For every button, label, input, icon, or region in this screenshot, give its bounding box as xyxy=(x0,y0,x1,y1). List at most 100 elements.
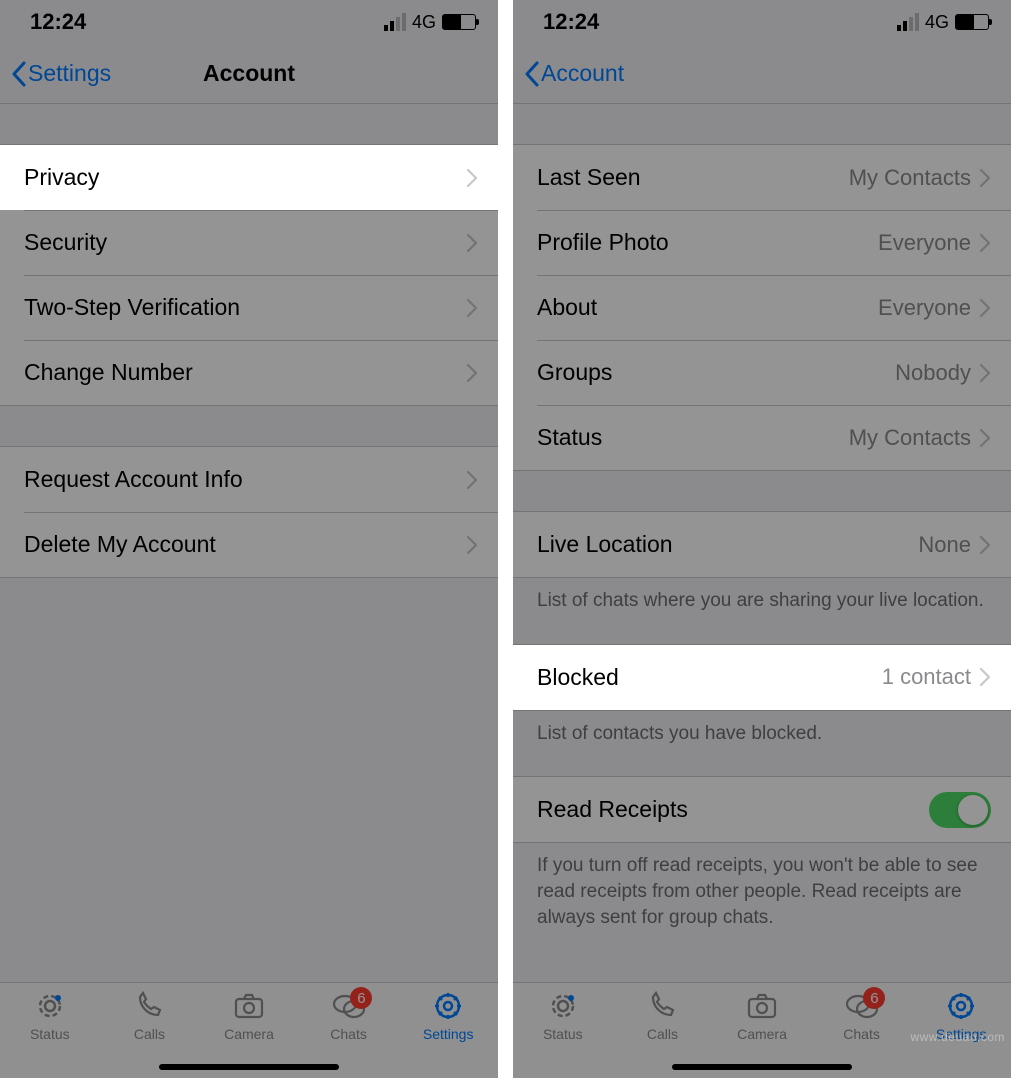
chevron-right-icon xyxy=(979,535,991,555)
battery-icon xyxy=(442,14,476,30)
signal-icon xyxy=(384,13,406,31)
row-label: Read Receipts xyxy=(537,796,929,823)
row-value: Everyone xyxy=(878,230,971,256)
tab-label: Status xyxy=(30,1026,70,1042)
row-label: Groups xyxy=(537,359,895,386)
chevron-right-icon xyxy=(466,298,478,318)
battery-icon xyxy=(955,14,989,30)
status-icon xyxy=(32,989,68,1023)
row-value: Nobody xyxy=(895,360,971,386)
calls-icon xyxy=(131,989,167,1023)
account-section-2: Request Account Info Delete My Account xyxy=(0,446,498,578)
footer-blocked: List of contacts you have blocked. xyxy=(513,711,1011,747)
row-label: About xyxy=(537,294,878,321)
chevron-right-icon xyxy=(979,667,991,687)
back-label: Account xyxy=(541,60,624,87)
status-bar: 12:24 4G xyxy=(513,0,1011,44)
footer-read-receipts: If you turn off read receipts, you won't… xyxy=(513,843,1011,930)
row-privacy[interactable]: Privacy xyxy=(0,145,498,210)
row-blocked[interactable]: Blocked 1 contact xyxy=(513,645,1011,710)
chevron-right-icon xyxy=(979,428,991,448)
row-delete-account[interactable]: Delete My Account xyxy=(0,512,498,577)
nav-header: Account xyxy=(513,44,1011,104)
row-security[interactable]: Security xyxy=(0,210,498,275)
privacy-section-location: Live Location None xyxy=(513,511,1011,578)
calls-icon xyxy=(644,989,680,1023)
tab-label: Chats xyxy=(330,1026,367,1042)
account-section-1: Privacy Security Two-Step Verification C… xyxy=(0,144,498,406)
chevron-right-icon xyxy=(979,233,991,253)
camera-icon xyxy=(744,989,780,1023)
back-button[interactable]: Account xyxy=(523,60,624,88)
row-read-receipts: Read Receipts xyxy=(513,777,1011,842)
row-label: Status xyxy=(537,424,849,451)
back-label: Settings xyxy=(28,60,111,87)
row-value: Everyone xyxy=(878,295,971,321)
tab-status[interactable]: Status xyxy=(513,989,613,1078)
chevron-right-icon xyxy=(466,535,478,555)
tab-settings[interactable]: Settings xyxy=(398,989,498,1078)
tab-label: Chats xyxy=(843,1026,880,1042)
row-label: Request Account Info xyxy=(24,466,466,493)
page-title: Account xyxy=(203,60,295,87)
status-time: 12:24 xyxy=(30,9,86,35)
row-last-seen[interactable]: Last Seen My Contacts xyxy=(513,145,1011,210)
settings-icon xyxy=(943,989,979,1023)
tab-label: Calls xyxy=(647,1026,678,1042)
row-about[interactable]: About Everyone xyxy=(513,275,1011,340)
row-two-step[interactable]: Two-Step Verification xyxy=(0,275,498,340)
chevron-right-icon xyxy=(979,168,991,188)
chevron-right-icon xyxy=(466,470,478,490)
row-profile-photo[interactable]: Profile Photo Everyone xyxy=(513,210,1011,275)
row-value: My Contacts xyxy=(849,425,971,451)
privacy-section-blocked: Blocked 1 contact xyxy=(513,644,1011,711)
row-request-info[interactable]: Request Account Info xyxy=(0,447,498,512)
row-label: Privacy xyxy=(24,164,466,191)
watermark: www.deuao.com xyxy=(910,1030,1005,1044)
status-icon xyxy=(545,989,581,1023)
phone-account: 12:24 4G Settings Account Privacy Securi… xyxy=(0,0,498,1078)
signal-icon xyxy=(897,13,919,31)
row-live-location[interactable]: Live Location None xyxy=(513,512,1011,577)
chats-badge: 6 xyxy=(350,987,372,1009)
back-button[interactable]: Settings xyxy=(10,60,111,88)
row-groups[interactable]: Groups Nobody xyxy=(513,340,1011,405)
row-label: Profile Photo xyxy=(537,229,878,256)
home-indicator[interactable] xyxy=(159,1064,339,1070)
tab-status[interactable]: Status xyxy=(0,989,100,1078)
privacy-section-visibility: Last Seen My Contacts Profile Photo Ever… xyxy=(513,144,1011,471)
tab-label: Settings xyxy=(423,1026,474,1042)
camera-icon xyxy=(231,989,267,1023)
row-label: Change Number xyxy=(24,359,466,386)
row-label: Two-Step Verification xyxy=(24,294,466,321)
row-value: None xyxy=(918,532,971,558)
network-label: 4G xyxy=(925,12,949,33)
footer-live-location: List of chats where you are sharing your… xyxy=(513,578,1011,614)
chevron-right-icon xyxy=(979,363,991,383)
tab-label: Status xyxy=(543,1026,583,1042)
row-label: Blocked xyxy=(537,664,882,691)
tab-label: Camera xyxy=(737,1026,787,1042)
row-value: My Contacts xyxy=(849,165,971,191)
home-indicator[interactable] xyxy=(672,1064,852,1070)
chevron-right-icon xyxy=(466,363,478,383)
row-label: Last Seen xyxy=(537,164,849,191)
chevron-right-icon xyxy=(466,233,478,253)
network-label: 4G xyxy=(412,12,436,33)
chevron-right-icon xyxy=(466,168,478,188)
row-label: Security xyxy=(24,229,466,256)
tab-label: Camera xyxy=(224,1026,274,1042)
privacy-section-receipts: Read Receipts xyxy=(513,776,1011,843)
nav-header: Settings Account xyxy=(0,44,498,104)
read-receipts-toggle[interactable] xyxy=(929,792,991,828)
row-value: 1 contact xyxy=(882,664,971,690)
chevron-left-icon xyxy=(523,60,541,88)
row-label: Delete My Account xyxy=(24,531,466,558)
row-status[interactable]: Status My Contacts xyxy=(513,405,1011,470)
tab-label: Calls xyxy=(134,1026,165,1042)
phone-privacy: 12:24 4G Account Last Seen My Contacts P… xyxy=(513,0,1011,1078)
row-change-number[interactable]: Change Number xyxy=(0,340,498,405)
chevron-right-icon xyxy=(979,298,991,318)
chevron-left-icon xyxy=(10,60,28,88)
settings-icon xyxy=(430,989,466,1023)
